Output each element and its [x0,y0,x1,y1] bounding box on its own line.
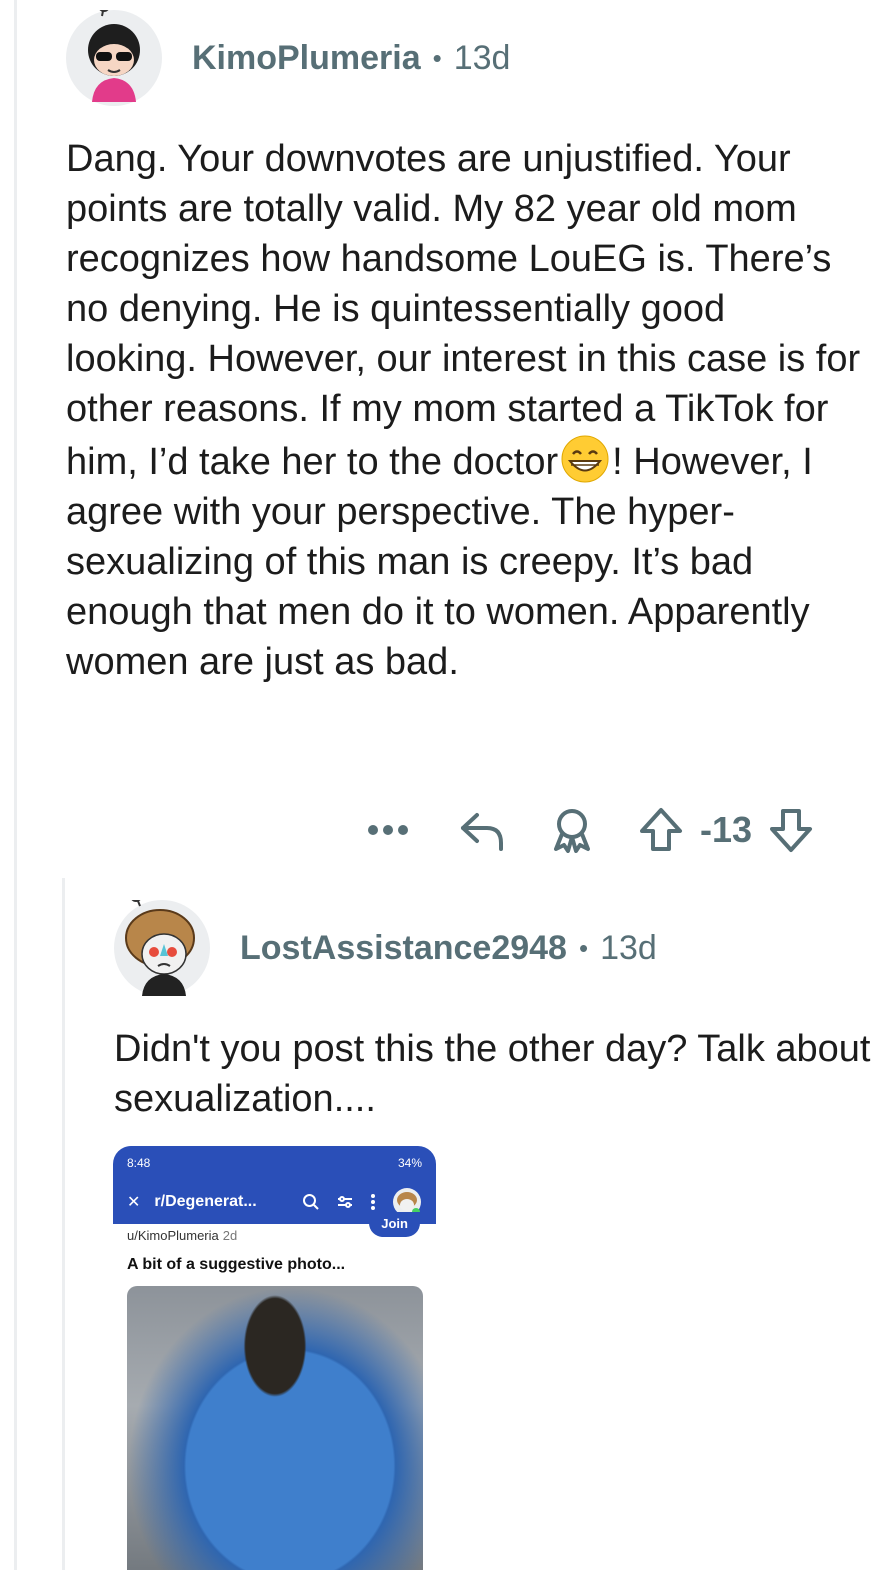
more-icon[interactable] [360,824,416,836]
downvote-icon[interactable] [766,807,816,853]
comment: KimoPlumeria • 13d Dang. Your downvotes … [66,0,866,687]
embed-status-battery: 34% [397,1156,422,1170]
close-icon: ✕ [127,1194,141,1211]
embed-post-user: u/KimoPlumeria 2d [127,1228,237,1243]
embed-post-title: A bit of a suggestive photo... [127,1256,346,1273]
avatar-lost-icon [125,890,195,996]
filter-icon [338,1196,352,1208]
embed-post-photo [127,1286,423,1570]
embed-post-age: 2d [222,1228,238,1243]
embed-subreddit: r/Degenerat... [154,1193,257,1210]
kebab-menu-icon [371,1194,375,1210]
comment-header: LostAssistance2948 • 13d [114,890,874,996]
username[interactable]: KimoPlumeria [192,39,421,78]
search-icon [303,1194,319,1210]
comment-age: 13d [600,928,657,967]
comment-body: Dang. Your downvotes are unjustified. Yo… [66,134,866,687]
embed-status-bar: 8:48 34% [113,1146,436,1180]
meta-separator: • [578,932,589,963]
embedded-screenshot[interactable]: 8:48 34% ✕ r/Degenerat... Join u/KimoPlu… [113,1146,436,1570]
embed-status-time: 8:48 [127,1156,151,1170]
comment-body-text: Dang. Your downvotes are unjustified. Yo… [66,138,861,483]
reply-comment: LostAssistance2948 • 13d Didn't you post… [114,890,874,1124]
comment-age: 13d [453,38,511,77]
comment-body: Didn't you post this the other day? Talk… [114,1028,871,1120]
comment-meta: LostAssistance2948 • 13d [240,929,657,968]
avatar[interactable] [66,0,162,106]
avatar-kimo-icon [88,0,140,102]
embed-join-button: Join [369,1212,420,1237]
comment-meta: KimoPlumeria • 13d [192,39,510,78]
thread-line-reply [62,878,65,1570]
avatar[interactable] [114,890,210,996]
meta-separator: • [432,42,442,73]
upvote-icon[interactable] [636,807,686,853]
username[interactable]: LostAssistance2948 [240,929,567,968]
reply-icon[interactable] [454,809,510,851]
embed-post-username: u/KimoPlumeria [127,1228,219,1243]
comment-header: KimoPlumeria • 13d [66,0,866,106]
award-icon[interactable] [544,807,600,853]
vote-score: -13 [700,809,753,850]
thread-line [14,0,17,1570]
grinning-face-emoji-icon [561,435,609,483]
comment-action-bar: -13 [360,800,850,860]
